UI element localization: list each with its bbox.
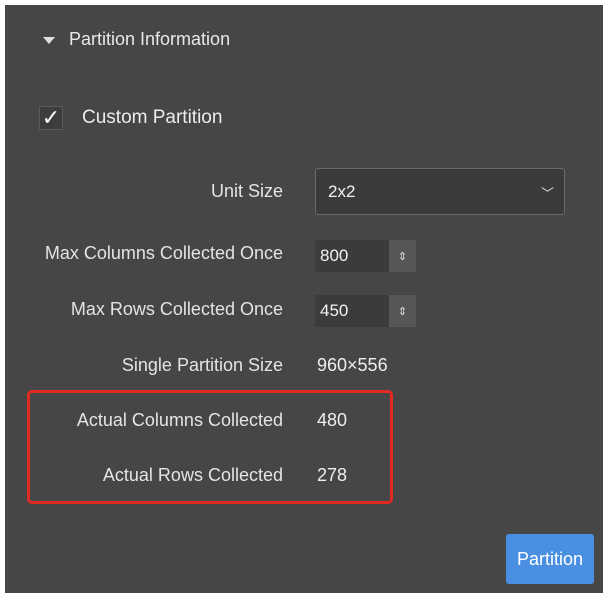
- actual-columns-value: 480: [317, 410, 348, 430]
- max-rows-label: Max Rows Collected Once: [70, 299, 283, 319]
- actual-columns-label: Actual Columns Collected: [76, 410, 283, 430]
- custom-partition-label: Custom Partition: [82, 107, 223, 128]
- max-columns-label: Max Columns Collected Once: [44, 243, 283, 263]
- max-columns-value[interactable]: 800: [315, 246, 389, 266]
- partition-panel: Partition Information ✓ Custom Partition…: [5, 5, 603, 593]
- max-columns-spinbox[interactable]: 800 ⇕: [315, 240, 416, 272]
- section-title: Partition Information: [69, 29, 231, 49]
- single-partition-size-value: 960×556: [317, 355, 388, 375]
- actual-rows-label: Actual Rows Collected: [102, 465, 283, 485]
- partition-button[interactable]: Partition: [506, 534, 594, 584]
- unit-size-select[interactable]: 2x2 ﹀: [315, 168, 565, 215]
- spin-arrows-icon[interactable]: ⇕: [389, 295, 416, 327]
- unit-size-value: 2x2: [328, 181, 356, 201]
- checkmark-icon: ✓: [41, 105, 61, 130]
- caret-down-icon[interactable]: [43, 37, 55, 44]
- custom-partition-row[interactable]: ✓ Custom Partition: [39, 106, 222, 130]
- actual-rows-value: 278: [317, 465, 348, 485]
- section-header-partition-information[interactable]: Partition Information: [43, 29, 230, 50]
- custom-partition-checkbox[interactable]: ✓: [39, 106, 63, 130]
- max-rows-spinbox[interactable]: 450 ⇕: [315, 295, 416, 327]
- unit-size-label: Unit Size: [210, 181, 283, 201]
- chevron-down-icon[interactable]: ﹀: [541, 183, 554, 202]
- spin-arrows-icon[interactable]: ⇕: [389, 240, 416, 272]
- single-partition-size-label: Single Partition Size: [121, 355, 283, 375]
- highlight-box: [27, 390, 393, 504]
- max-rows-value[interactable]: 450: [315, 301, 389, 321]
